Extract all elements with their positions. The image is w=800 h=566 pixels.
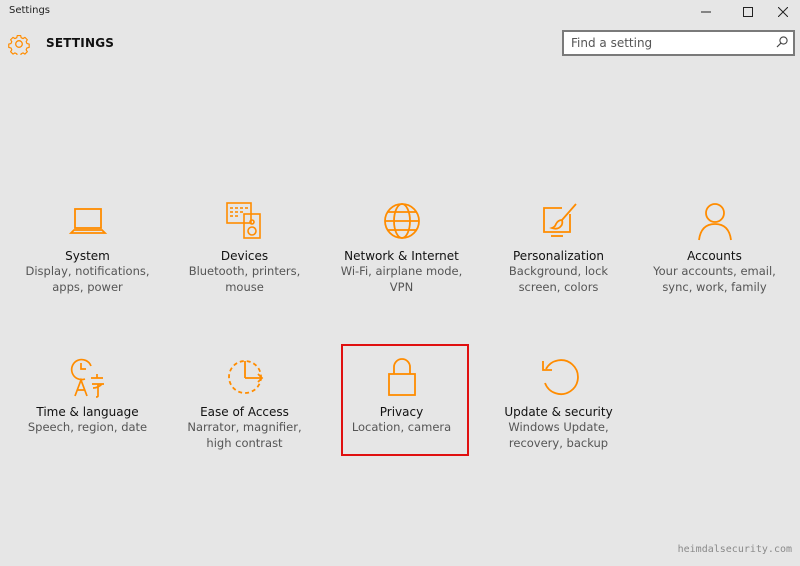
tile-name: Personalization bbox=[513, 249, 604, 263]
tile-name: Ease of Access bbox=[200, 405, 289, 419]
tile-description: Wi-Fi, airplane mode, VPN bbox=[340, 264, 463, 294]
tile-description: Windows Update, recovery, backup bbox=[508, 420, 609, 450]
tile-name: Time & language bbox=[36, 405, 139, 419]
tile-description: Bluetooth, printers, mouse bbox=[188, 264, 301, 294]
minimize-button[interactable] bbox=[687, 0, 725, 24]
globe-icon bbox=[384, 203, 420, 239]
tile-ease-of-access[interactable]: Ease of Access Narrator, magnifier, high… bbox=[182, 356, 307, 466]
tile-name: Accounts bbox=[687, 249, 742, 263]
window-title: Settings bbox=[9, 5, 51, 16]
tile-description: Display, notifications, apps, power bbox=[25, 264, 150, 294]
close-button[interactable] bbox=[764, 0, 800, 24]
tile-description: Your accounts, email, sync, work, family bbox=[653, 264, 776, 294]
refresh-icon bbox=[542, 359, 579, 395]
privacy-highlight-box bbox=[341, 344, 469, 456]
tile-devices[interactable]: Devices Bluetooth, printers, mouse bbox=[182, 200, 307, 310]
tile-description: Narrator, magnifier, high contrast bbox=[187, 420, 302, 450]
search-input[interactable] bbox=[564, 32, 769, 54]
page-title: SETTINGS bbox=[46, 36, 115, 50]
tile-name: Devices bbox=[220, 249, 269, 263]
search-icon[interactable] bbox=[775, 35, 789, 49]
tile-personalization[interactable]: Personalization Background, lock screen,… bbox=[496, 200, 621, 310]
tile-update-security[interactable]: Update & security Windows Update, recove… bbox=[496, 356, 621, 466]
app-header: SETTINGS bbox=[0, 26, 800, 66]
search-box[interactable] bbox=[562, 30, 795, 56]
tile-description: Background, lock screen, colors bbox=[508, 264, 609, 294]
tile-time-language[interactable]: Time & language Speech, region, date bbox=[25, 356, 150, 466]
maximize-icon bbox=[743, 7, 753, 17]
tile-name: System bbox=[65, 249, 110, 263]
title-bar: Settings bbox=[0, 0, 800, 26]
person-icon bbox=[698, 203, 732, 241]
tile-accounts[interactable]: Accounts Your accounts, email, sync, wor… bbox=[652, 200, 777, 310]
paint-icon bbox=[543, 203, 577, 237]
laptop-icon bbox=[68, 208, 108, 234]
close-icon bbox=[778, 7, 788, 17]
minimize-icon bbox=[701, 11, 711, 13]
ease-of-access-icon bbox=[228, 360, 264, 394]
clock-language-icon bbox=[70, 358, 104, 398]
tile-name: Update & security bbox=[504, 405, 613, 419]
keyboard-speaker-icon bbox=[226, 202, 261, 239]
gear-icon bbox=[8, 34, 30, 55]
tile-network[interactable]: Network & Internet Wi-Fi, airplane mode,… bbox=[339, 200, 464, 310]
tile-name: Network & Internet bbox=[344, 249, 459, 263]
watermark: heimdalsecurity.com bbox=[677, 544, 792, 555]
tile-description: Speech, region, date bbox=[27, 420, 148, 434]
maximize-button[interactable] bbox=[729, 0, 767, 24]
tile-system[interactable]: System Display, notifications, apps, pow… bbox=[25, 200, 150, 310]
